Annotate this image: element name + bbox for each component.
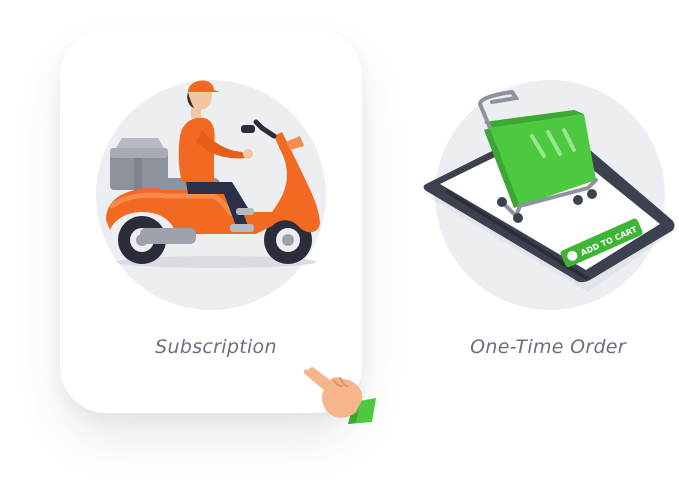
hand: [303, 367, 363, 418]
pointing-hand-icon: [303, 367, 376, 424]
one-time-order-option[interactable]: [415, 60, 679, 390]
subscription-option[interactable]: [60, 30, 362, 413]
